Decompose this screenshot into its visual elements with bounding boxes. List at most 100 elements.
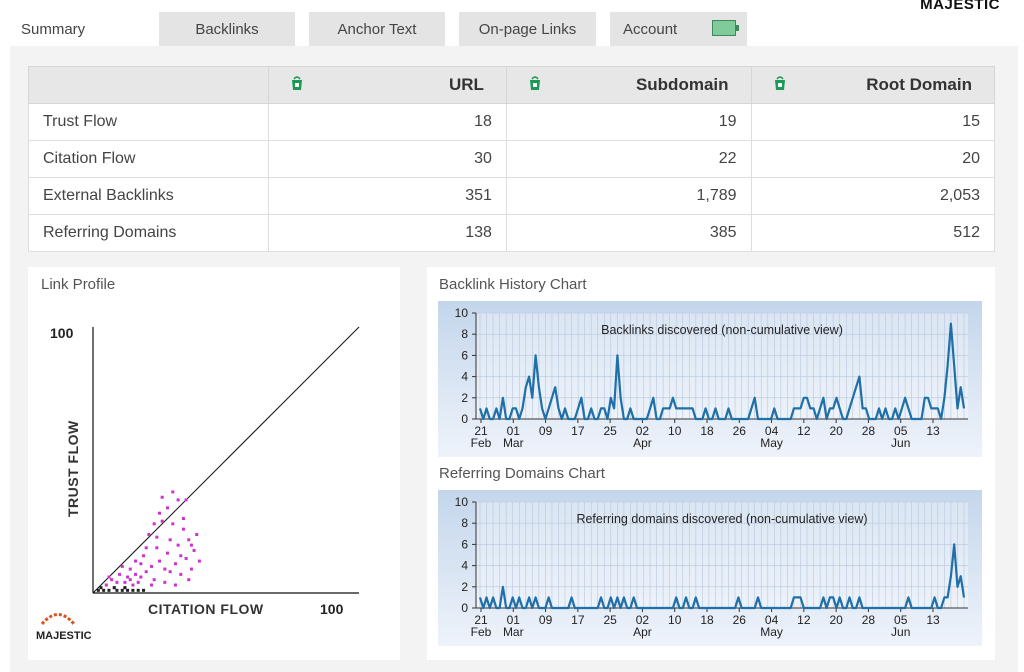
cell-value: 1,789: [505, 177, 752, 215]
scatter-point: [144, 570, 148, 574]
scatter-point: [165, 506, 169, 510]
scatter-point: [181, 517, 185, 521]
scatter-point: [176, 498, 180, 502]
backlink-history-chart: 0 2 4 6 8 10 21 Feb 01 Mar 09 17 25 02 Apr 10 18 26 04 May 1…: [438, 301, 982, 457]
scatter-point: [99, 586, 103, 590]
x-tick-day: 13: [926, 613, 940, 627]
x-tick-day: 10: [668, 613, 682, 627]
scatter-point: [118, 572, 122, 576]
tab-summary-label: Summary: [21, 20, 86, 38]
scatter-point: [179, 572, 183, 576]
x-axis-label: CITATION FLOW: [148, 601, 264, 617]
scatter-point: [184, 556, 188, 560]
scatter-point: [150, 583, 154, 587]
y-tick-label: 4: [461, 370, 468, 384]
backlink-history-title: Backlink History Chart: [439, 276, 587, 293]
scatter-point: [165, 551, 169, 555]
scatter-point: [155, 535, 159, 539]
tab-bar: Summary Backlinks Anchor Text On-page Li…: [10, 12, 1020, 46]
scatter-point: [107, 575, 111, 579]
table-header-subdomain: Subdomain: [505, 66, 752, 104]
scatter-point: [102, 588, 106, 592]
x-tick-day: 13: [926, 424, 940, 438]
x-tick-month: May: [760, 625, 783, 639]
bucket-icon: [774, 76, 785, 90]
x-tick-day: 26: [733, 613, 747, 627]
table-row: Trust Flow 18 19 15: [27, 103, 996, 141]
scatter-point: [147, 532, 151, 536]
y-tick-label: 8: [461, 516, 468, 530]
x-tick-month: Apr: [633, 625, 652, 639]
scatter-point: [192, 548, 196, 552]
tab-backlinks[interactable]: Backlinks: [159, 12, 295, 46]
row-label: External Backlinks: [27, 177, 270, 215]
table-header-row: URL Subdomain Root Domain: [27, 66, 996, 104]
scatter-point: [171, 522, 175, 526]
tab-anchor-text[interactable]: Anchor Text: [309, 12, 445, 46]
cell-value: 138: [268, 214, 507, 252]
scatter-point: [187, 578, 191, 582]
y-tick-label: 2: [461, 391, 468, 405]
x-tick-day: 20: [829, 613, 843, 627]
scatter-point: [158, 559, 161, 563]
scatter-point: [131, 588, 135, 592]
scatter-point: [197, 559, 201, 563]
metrics-table: URL Subdomain Root Domain Trust Flow 18 …: [27, 66, 996, 252]
cell-value: 19: [505, 103, 752, 141]
x-tick-month: May: [760, 436, 783, 450]
x-tick-day: 28: [862, 613, 876, 627]
scatter-point: [139, 562, 143, 566]
cell-value: 2,053: [750, 177, 996, 215]
tab-account[interactable]: Account: [610, 12, 747, 46]
bucket-icon: [292, 76, 303, 90]
x-tick-day: 12: [797, 424, 811, 438]
y-max-label: 100: [50, 325, 74, 341]
scatter-point: [120, 588, 124, 592]
x-tick-day: 09: [539, 613, 553, 627]
scatter-point: [152, 578, 156, 582]
table-header-empty: [27, 66, 270, 104]
tab-summary[interactable]: Summary: [10, 12, 145, 46]
cell-value: 512: [750, 214, 996, 252]
y-tick-label: 6: [461, 348, 468, 362]
x-tick-month: Mar: [503, 436, 524, 450]
scatter-point: [115, 580, 119, 584]
scatter-point: [181, 527, 185, 531]
scatter-point: [115, 588, 119, 592]
scatter-point: [168, 570, 172, 574]
scatter-point: [160, 519, 164, 523]
scatter-point: [184, 498, 188, 502]
scatter-point: [126, 575, 130, 579]
scatter-point: [136, 580, 140, 584]
y-tick-label: 8: [461, 327, 468, 341]
y-tick-label: 10: [455, 306, 469, 320]
column-label: Subdomain: [635, 75, 729, 94]
tab-on-page-links[interactable]: On-page Links: [459, 12, 596, 46]
scatter-point: [136, 588, 140, 592]
table-header-url: URL: [268, 66, 507, 104]
x-tick-day: 09: [539, 424, 553, 438]
referring-domains-svg: 024681021Feb01Mar09 17 25 02Apr10 18 26 04May1…: [438, 490, 982, 646]
x-tick-month: Mar: [503, 625, 524, 639]
cell-value: 18: [268, 103, 507, 141]
y-tick-label: 6: [461, 537, 468, 551]
scatter-point: [187, 538, 191, 542]
scatter-point: [131, 583, 135, 587]
scatter-point: [120, 564, 124, 568]
scatter-point: [134, 572, 138, 576]
x-tick-month: Feb: [471, 436, 492, 450]
cell-value: 30: [268, 140, 507, 178]
y-tick-label: 2: [461, 580, 468, 594]
diagonal-line: [92, 326, 360, 594]
scatter-point: [126, 588, 130, 592]
history-charts-card: Backlink History Chart 0 2 4 6 8 10 21 Feb 01 Mar…: [427, 267, 995, 660]
x-tick-month: Jun: [891, 436, 910, 450]
scatter-point: [176, 543, 180, 547]
tab-backlinks-label: Backlinks: [195, 20, 259, 38]
y-tick-label: 10: [455, 495, 469, 509]
scatter-point: [142, 588, 146, 592]
x-tick-day: 26: [733, 424, 747, 438]
cell-value: 351: [268, 177, 507, 215]
scatter-point: [160, 495, 164, 499]
x-tick-day: 12: [797, 613, 811, 627]
